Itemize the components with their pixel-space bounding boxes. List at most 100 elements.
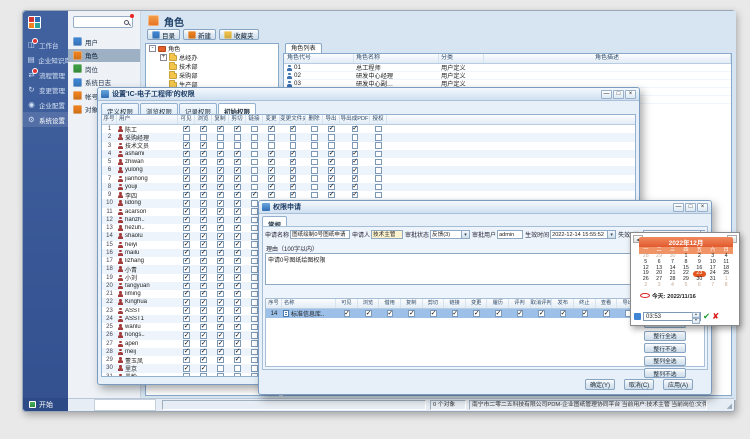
column-header[interactable]: 角色代号 <box>284 54 354 63</box>
checkbox[interactable] <box>217 126 224 133</box>
checkbox[interactable] <box>408 310 415 317</box>
column-header[interactable]: 导出 <box>323 115 340 124</box>
checkbox[interactable] <box>217 208 224 215</box>
checkbox[interactable] <box>183 167 190 174</box>
window-control-button[interactable]: — <box>673 203 684 212</box>
checkbox[interactable] <box>311 167 318 174</box>
checkbox[interactable] <box>352 142 359 149</box>
checkbox[interactable] <box>234 241 241 248</box>
checkbox[interactable] <box>251 159 258 166</box>
checkbox[interactable] <box>234 134 241 141</box>
time-input[interactable]: 03:53 ▲▼ <box>643 312 701 321</box>
checkbox[interactable] <box>251 142 258 149</box>
checkbox[interactable] <box>217 324 224 331</box>
checkbox[interactable] <box>217 299 224 306</box>
checkbox[interactable] <box>251 184 258 191</box>
column-header[interactable]: 浏览 <box>358 299 380 308</box>
checkbox[interactable] <box>200 357 207 364</box>
checkbox[interactable] <box>603 310 610 317</box>
checkbox[interactable] <box>268 184 275 191</box>
checkbox[interactable] <box>217 357 224 364</box>
checkbox[interactable] <box>217 307 224 314</box>
user-permission-row[interactable]: 2 采购经理 <box>102 133 635 141</box>
checkbox[interactable] <box>430 310 437 317</box>
checkbox[interactable] <box>290 192 297 199</box>
checkbox[interactable] <box>268 167 275 174</box>
calendar-day[interactable]: 6 <box>693 283 706 289</box>
checkbox[interactable] <box>183 340 190 347</box>
checkbox[interactable] <box>200 299 207 306</box>
user-permission-row[interactable]: 5 zhiwan <box>102 158 635 166</box>
checkbox[interactable] <box>200 250 207 257</box>
checkbox[interactable] <box>387 310 394 317</box>
checkbox[interactable] <box>217 340 224 347</box>
checkbox[interactable] <box>183 192 190 199</box>
checkbox[interactable] <box>200 241 207 248</box>
checkbox[interactable] <box>251 266 258 273</box>
table-row[interactable]: 02 研发中心经理 用户定义 <box>284 72 731 80</box>
checkbox[interactable] <box>200 151 207 158</box>
checkbox[interactable] <box>251 151 258 158</box>
checkbox[interactable] <box>234 217 241 224</box>
window-control-button[interactable]: □ <box>685 203 696 212</box>
start-button[interactable]: 开始 <box>23 398 68 411</box>
field-value[interactable]: 反馈(3) <box>430 230 462 239</box>
checkbox[interactable] <box>352 126 359 133</box>
checkbox[interactable] <box>290 175 297 182</box>
checkbox[interactable] <box>352 192 359 199</box>
checkbox[interactable] <box>290 142 297 149</box>
checkbox[interactable] <box>234 192 241 199</box>
calendar-month-header[interactable]: 2022年12月 <box>639 237 733 247</box>
checkbox[interactable] <box>234 167 241 174</box>
checkbox[interactable] <box>311 192 318 199</box>
checkbox[interactable] <box>251 274 258 281</box>
checkbox[interactable] <box>251 126 258 133</box>
checkbox[interactable] <box>251 200 258 207</box>
checkbox[interactable] <box>217 175 224 182</box>
checkbox[interactable] <box>217 225 224 232</box>
checkbox[interactable] <box>217 258 224 265</box>
checkbox[interactable] <box>290 134 297 141</box>
column-header[interactable]: 借用 <box>379 299 401 308</box>
checkbox[interactable] <box>352 167 359 174</box>
dialog-button[interactable]: 确定(Y) <box>585 379 615 390</box>
checkbox[interactable] <box>217 200 224 207</box>
checkbox[interactable] <box>183 159 190 166</box>
checkbox[interactable] <box>290 126 297 133</box>
checkbox[interactable] <box>311 184 318 191</box>
checkbox[interactable] <box>251 332 258 339</box>
checkbox[interactable] <box>183 175 190 182</box>
calendar-day[interactable]: 7 <box>706 283 719 289</box>
sidebar-item[interactable]: ⇄ 流程管理 <box>23 67 68 82</box>
column-header[interactable]: 链接 <box>444 299 466 308</box>
checkbox[interactable] <box>200 184 207 191</box>
checkbox[interactable] <box>200 134 207 141</box>
checkbox[interactable] <box>251 365 258 372</box>
checkbox[interactable] <box>251 241 258 248</box>
checkbox[interactable] <box>183 134 190 141</box>
checkbox[interactable] <box>217 349 224 356</box>
checkbox[interactable] <box>328 167 335 174</box>
checkbox[interactable] <box>217 291 224 298</box>
tab-role-list[interactable]: 角色列表 <box>285 43 322 53</box>
checkbox[interactable] <box>200 365 207 372</box>
checkbox[interactable] <box>234 373 241 377</box>
column-header[interactable]: 授权 <box>370 115 387 124</box>
checkbox[interactable] <box>183 291 190 298</box>
tree-expander[interactable]: + <box>160 54 167 61</box>
field-input[interactable]: 反馈(3) ▾ <box>430 230 470 239</box>
checkbox[interactable] <box>183 151 190 158</box>
secondary-nav-item[interactable]: 用户 <box>68 35 140 49</box>
checkbox[interactable] <box>234 274 241 281</box>
column-header[interactable]: 取消评判 <box>531 299 553 308</box>
checkbox[interactable] <box>290 151 297 158</box>
checkbox[interactable] <box>365 310 372 317</box>
confirm-time-button[interactable]: ✔ <box>703 311 710 322</box>
checkbox[interactable] <box>290 159 297 166</box>
checkbox[interactable] <box>200 332 207 339</box>
dialog-button[interactable]: 取消(C) <box>624 379 654 390</box>
checkbox[interactable] <box>251 291 258 298</box>
checkbox[interactable] <box>183 324 190 331</box>
window-control-button[interactable]: × <box>697 203 708 212</box>
checkbox[interactable] <box>375 184 382 191</box>
